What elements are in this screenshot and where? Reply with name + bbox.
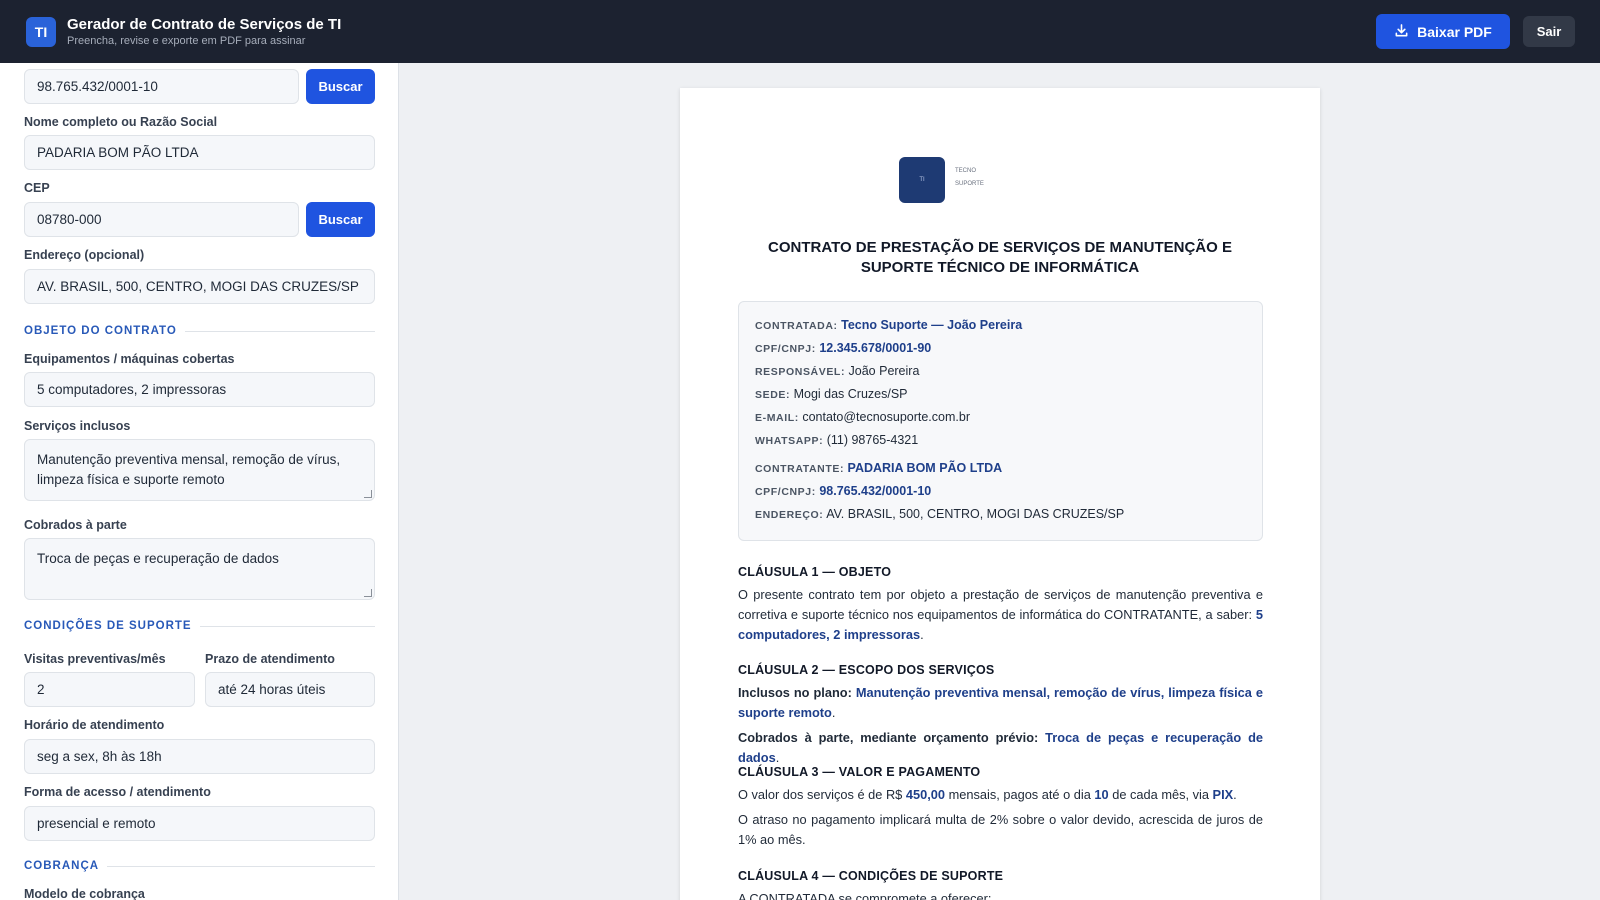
section-billing-header: COBRANÇA [24,860,375,872]
party-value: (11) 98765-4321 [826,433,919,447]
cep-label: CEP [24,181,50,195]
download-pdf-label: Baixar PDF [1417,23,1492,40]
section-support-title: CONDIÇÕES DE SUPORTE [24,620,192,632]
name-input[interactable]: PADARIA BOM PÃO LTDA [24,135,375,170]
clause-key: Cobrados à parte, mediante orçamento pré… [738,730,1039,745]
deadline-label: Prazo de atendimento [205,652,335,666]
hours-label: Horário de atendimento [24,718,165,732]
section-support-header: CONDIÇÕES DE SUPORTE [24,620,375,632]
section-divider [199,625,375,627]
section-object-title: OBJETO DO CONTRATO [24,325,177,337]
name-label: Nome completo ou Razão Social [24,115,218,129]
address-label: Endereço (opcional) [24,248,145,262]
logo-line-1: TECNO [955,168,976,174]
equipment-input[interactable]: 5 computadores, 2 impressoras [24,372,375,407]
form-sidebar[interactable]: 98.765.432/0001-10 Buscar Nome completo … [0,63,399,900]
cep-input[interactable]: 08780-000 [24,202,299,237]
contract-title: CONTRATO DE PRESTAÇÃO DE SERVIÇOS DE MAN… [768,239,1232,276]
party-key: E-MAIL: [755,412,799,424]
party-value: contato@tecnosuporte.com.br [802,410,970,424]
app-logo: TI [26,16,56,47]
payment-value: 450,00 [905,787,946,802]
party-value: 12.345.678/0001-90 [819,341,932,355]
party-key: CPF/CNPJ: [755,486,816,498]
clause-text: mensais, pagos até o dia [948,787,1091,802]
exit-button[interactable]: Sair [1523,16,1575,47]
address-input[interactable]: AV. BRASIL, 500, CENTRO, MOGI DAS CRUZES… [24,269,375,304]
section-object-header: OBJETO DO CONTRATO [24,325,375,337]
party-row: CONTRATANTE: PADARIA BOM PÃO LTDA [755,461,1002,475]
download-pdf-button[interactable]: Baixar PDF [1376,14,1510,49]
party-row: CONTRATADA: Tecno Suporte — João Pereira [755,318,1022,332]
company-logo: TI [899,157,945,203]
clause-text: O valor dos serviços é de R$ [738,787,903,802]
party-row: CPF/CNPJ: 98.765.432/0001-10 [755,484,931,498]
logo-line-2: SUPORTE [955,181,984,187]
party-key: RESPONSÁVEL: [755,366,846,378]
clause-text: de cada mês, via [1112,787,1209,802]
party-key: CONTRATANTE: [755,463,845,475]
deadline-input[interactable]: até 24 horas úteis [205,672,375,707]
access-input[interactable]: presencial e remoto [24,806,375,841]
visits-input[interactable]: 2 [24,672,195,707]
billing-model-label: Modelo de cobrança [24,887,145,900]
party-value: João Pereira [848,364,920,378]
clause-3-payment: O valor dos serviços é de R$ 450,00 mens… [738,787,1237,802]
visits-label: Visitas preventivas/mês [24,652,166,666]
cpf-cnpj-input[interactable]: 98.765.432/0001-10 [24,69,299,104]
party-row: E-MAIL: contato@tecnosuporte.com.br [755,410,970,424]
services-text: Manutenção preventiva mensal, remoção de… [37,452,341,487]
clause-1-text: O presente contrato tem por objeto a pre… [738,587,1263,642]
hours-input[interactable]: seg a sex, 8h às 18h [24,739,375,774]
contract-preview: TI TECNO SUPORTE CONTRATO DE PRESTAÇÃO D… [680,88,1320,900]
cep-search-button[interactable]: Buscar [306,202,375,237]
clause-2-extra: Cobrados à parte, mediante orçamento pré… [738,730,1263,765]
section-billing-title: COBRANÇA [24,860,100,872]
party-value: 98.765.432/0001-10 [819,484,932,498]
party-value: Mogi das Cruzes/SP [793,387,908,401]
payment-day: 10 [1094,787,1109,802]
section-divider [107,865,375,867]
app-header: TI Gerador de Contrato de Serviços de TI… [0,0,1600,63]
services-label: Serviços inclusos [24,419,131,433]
extra-label: Cobrados à parte [24,518,127,532]
party-value: AV. BRASIL, 500, CENTRO, MOGI DAS CRUZES… [826,507,1125,521]
clause-1-title: CLÁUSULA 1 — OBJETO [738,565,892,579]
party-value: Tecno Suporte — João Pereira [841,318,1023,332]
download-icon [1394,23,1409,41]
app-titles: Gerador de Contrato de Serviços de TI Pr… [67,16,341,48]
party-row: WHATSAPP: (11) 98765-4321 [755,433,918,447]
app-title: Gerador de Contrato de Serviços de TI [67,15,342,33]
payment-method: PIX [1212,787,1234,802]
party-key: CPF/CNPJ: [755,343,816,355]
services-textarea[interactable]: Manutenção preventiva mensal, remoção de… [24,439,375,501]
extra-text: Troca de peças e recuperação de dados [37,551,279,566]
party-key: ENDEREÇO: [755,509,824,521]
party-row: CPF/CNPJ: 12.345.678/0001-90 [755,341,931,355]
parties-box: CONTRATADA: Tecno Suporte — João Pereira… [738,301,1263,541]
party-row: SEDE: Mogi das Cruzes/SP [755,387,908,401]
access-label: Forma de acesso / atendimento [24,785,211,799]
clause-2-title: CLÁUSULA 2 — ESCOPO DOS SERVIÇOS [738,663,995,677]
extra-textarea[interactable]: Troca de peças e recuperação de dados [24,538,375,600]
clause-4-title: CLÁUSULA 4 — CONDIÇÕES DE SUPORTE [738,869,1004,883]
clause-2-included: Inclusos no plano: Manutenção preventiva… [738,685,1263,720]
party-key: WHATSAPP: [755,435,824,447]
clause-4-text: A CONTRATADA se compromete a oferecer: [738,891,992,900]
party-row: ENDEREÇO: AV. BRASIL, 500, CENTRO, MOGI … [755,507,1124,521]
party-row: RESPONSÁVEL: João Pereira [755,364,919,378]
clause-3-title: CLÁUSULA 3 — VALOR E PAGAMENTO [738,765,981,779]
party-key: SEDE: [755,389,791,401]
clause-3-penalty: O atraso no pagamento implicará multa de… [738,812,1263,847]
party-key: CONTRATADA: [755,320,838,332]
clause-key: Inclusos no plano: [738,685,852,700]
app-subtitle: Preencha, revise e exporte em PDF para a… [67,34,306,47]
equipment-label: Equipamentos / máquinas cobertas [24,352,235,366]
section-divider [184,330,375,332]
cpf-search-button[interactable]: Buscar [306,69,375,104]
company-logo-text: TECNO SUPORTE [955,165,984,191]
clause-text: O presente contrato tem por objeto a pre… [738,587,1263,622]
party-value: PADARIA BOM PÃO LTDA [847,461,1003,475]
